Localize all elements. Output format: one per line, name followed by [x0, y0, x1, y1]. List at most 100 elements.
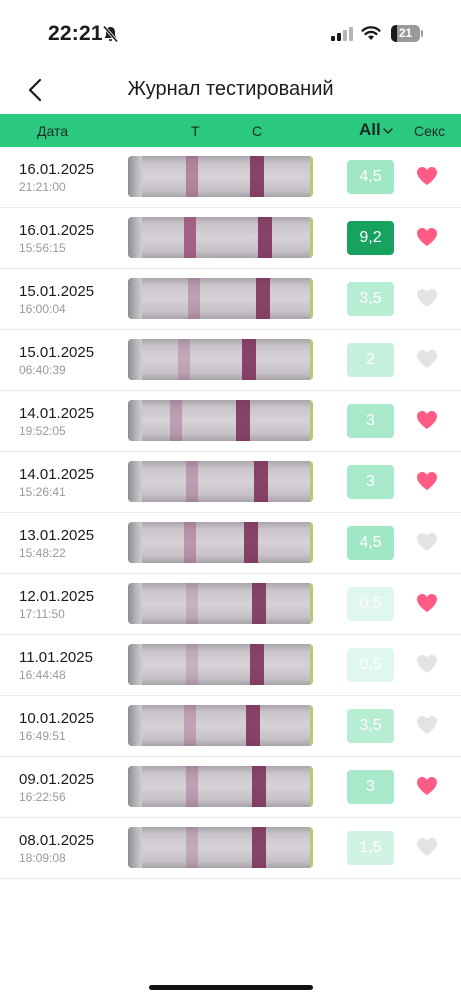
test-strip-image — [128, 522, 313, 563]
strip-sample-end — [310, 461, 313, 502]
strip-sample-end — [310, 339, 313, 380]
test-date: 15.01.2025 — [19, 283, 95, 300]
strip-t-line — [186, 461, 198, 502]
strip-handle — [128, 156, 142, 197]
test-date: 09.01.2025 — [19, 771, 95, 788]
heart-icon[interactable] — [416, 349, 438, 369]
strip-t-line — [186, 156, 198, 197]
status-bar: 22:21 21 — [0, 0, 461, 70]
test-date: 13.01.2025 — [19, 527, 95, 544]
test-strip-image — [128, 461, 313, 502]
test-strip-image — [128, 644, 313, 685]
strip-c-line — [254, 461, 268, 502]
heart-icon[interactable] — [416, 410, 438, 430]
battery-indicator: 21 — [391, 25, 423, 42]
lh-score-badge: 0,5 — [347, 648, 394, 682]
test-strip-image — [128, 583, 313, 624]
heart-icon[interactable] — [416, 776, 438, 796]
strip-c-line — [252, 583, 266, 624]
strip-c-line — [236, 400, 250, 441]
test-time: 15:48:22 — [19, 546, 66, 560]
test-date: 08.01.2025 — [19, 832, 95, 849]
strip-t-line — [184, 217, 196, 258]
test-time: 15:56:15 — [19, 241, 66, 255]
test-time: 16:49:51 — [19, 729, 66, 743]
status-time: 22:21 — [48, 22, 103, 45]
cellular-signal-icon — [331, 27, 353, 46]
filter-label: All — [359, 120, 381, 139]
strip-sample-end — [310, 522, 313, 563]
strip-t-line — [184, 522, 196, 563]
strip-handle — [128, 766, 142, 807]
strip-t-line — [178, 339, 190, 380]
column-header-bar: Дата T C All Секс — [0, 114, 461, 147]
strip-t-line — [184, 705, 196, 746]
heart-icon[interactable] — [416, 166, 438, 186]
test-strip-image — [128, 156, 313, 197]
test-time: 19:52:05 — [19, 424, 66, 438]
strip-c-line — [246, 705, 260, 746]
strip-sample-end — [310, 156, 313, 197]
test-date: 16.01.2025 — [19, 222, 95, 239]
test-time: 16:00:04 — [19, 302, 66, 316]
strip-c-line — [242, 339, 256, 380]
heart-icon[interactable] — [416, 471, 438, 491]
test-row[interactable]: 08.01.2025 18:09:08 1,5 — [0, 818, 461, 879]
test-row[interactable]: 15.01.2025 16:00:04 3,5 — [0, 269, 461, 330]
strip-handle — [128, 827, 142, 868]
lh-score-badge: 9,2 — [347, 221, 394, 255]
strip-c-line — [244, 522, 258, 563]
heart-icon[interactable] — [416, 837, 438, 857]
heart-icon[interactable] — [416, 654, 438, 674]
test-row[interactable]: 13.01.2025 15:48:22 4,5 — [0, 513, 461, 574]
strip-c-line — [252, 827, 266, 868]
column-date: Дата — [37, 123, 69, 139]
test-strip-image — [128, 217, 313, 258]
heart-icon[interactable] — [416, 288, 438, 308]
test-strip-image — [128, 339, 313, 380]
test-row[interactable]: 12.01.2025 17:11:50 0,5 — [0, 574, 461, 635]
test-strip-image — [128, 827, 313, 868]
test-row[interactable]: 16.01.2025 15:56:15 9,2 — [0, 208, 461, 269]
test-date: 14.01.2025 — [19, 405, 95, 422]
test-row[interactable]: 14.01.2025 15:26:41 3 — [0, 452, 461, 513]
test-strip-image — [128, 278, 313, 319]
strip-sample-end — [310, 278, 313, 319]
chevron-down-icon — [383, 128, 393, 134]
strip-sample-end — [310, 827, 313, 868]
lh-score-badge: 4,5 — [347, 160, 394, 194]
test-date: 10.01.2025 — [19, 710, 95, 727]
battery-level-text: 21 — [398, 26, 413, 40]
strip-c-line — [252, 766, 266, 807]
test-row[interactable]: 10.01.2025 16:49:51 3,5 — [0, 696, 461, 757]
strip-t-line — [170, 400, 182, 441]
heart-icon[interactable] — [416, 227, 438, 247]
lh-score-badge: 1,5 — [347, 831, 394, 865]
filter-dropdown[interactable]: All — [359, 120, 393, 140]
test-time: 16:22:56 — [19, 790, 66, 804]
test-row[interactable]: 15.01.2025 06:40:39 2 — [0, 330, 461, 391]
strip-sample-end — [310, 644, 313, 685]
test-date: 12.01.2025 — [19, 588, 95, 605]
column-sex: Секс — [414, 123, 446, 139]
strip-handle — [128, 400, 142, 441]
heart-icon[interactable] — [416, 593, 438, 613]
strip-t-line — [186, 644, 198, 685]
strip-sample-end — [310, 766, 313, 807]
test-row[interactable]: 09.01.2025 16:22:56 3 — [0, 757, 461, 818]
test-row[interactable]: 11.01.2025 16:44:48 0,5 — [0, 635, 461, 696]
strip-c-line — [250, 644, 264, 685]
strip-c-line — [258, 217, 272, 258]
heart-icon[interactable] — [416, 715, 438, 735]
test-row[interactable]: 14.01.2025 19:52:05 3 — [0, 391, 461, 452]
navigation-bar: Журнал тестирований — [0, 70, 461, 114]
strip-handle — [128, 583, 142, 624]
test-date: 15.01.2025 — [19, 344, 95, 361]
lh-score-badge: 3 — [347, 404, 394, 438]
strip-c-line — [250, 156, 264, 197]
strip-handle — [128, 461, 142, 502]
heart-icon[interactable] — [416, 532, 438, 552]
strip-sample-end — [310, 217, 313, 258]
test-time: 18:09:08 — [19, 851, 66, 865]
test-row[interactable]: 16.01.2025 21:21:00 4,5 — [0, 147, 461, 208]
